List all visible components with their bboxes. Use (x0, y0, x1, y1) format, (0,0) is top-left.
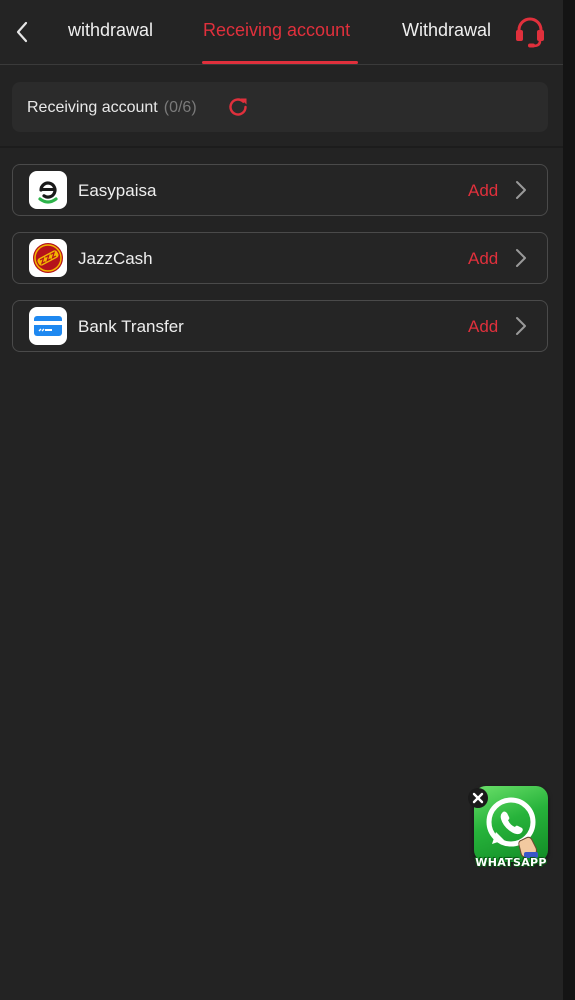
customer-support-button[interactable] (512, 14, 548, 50)
summary-title: Receiving account (0/6) (27, 99, 197, 117)
method-name: Easypaisa (78, 181, 157, 200)
chevron-right-icon (513, 315, 529, 337)
add-easypaisa-button[interactable]: Add (468, 181, 498, 201)
method-name: JazzCash (78, 249, 153, 268)
easypaisa-logo (29, 171, 67, 209)
method-name: Bank Transfer (78, 317, 184, 336)
receiving-account-summary: Receiving account (0/6) (12, 82, 548, 132)
method-row-bank-transfer[interactable]: Bank Transfer Add (12, 300, 548, 352)
chevron-right-icon (513, 179, 529, 201)
whatsapp-float-button[interactable]: WHATSAPP (468, 784, 552, 876)
account-count: (0/6) (163, 99, 197, 116)
close-icon (472, 792, 484, 804)
top-nav-bar: withdrawal Receiving account Withdrawal (0, 0, 563, 65)
add-jazzcash-button[interactable]: Add (468, 249, 498, 269)
active-tab-indicator (202, 61, 358, 64)
headset-icon (516, 17, 544, 48)
method-row-easypaisa[interactable]: Easypaisa Add (12, 164, 548, 216)
refresh-button[interactable] (225, 94, 251, 120)
scrollbar[interactable] (563, 0, 575, 1000)
jazzcash-logo (29, 239, 67, 277)
chevron-right-icon (513, 247, 529, 269)
method-row-jazzcash[interactable]: JazzCash Add (12, 232, 548, 284)
add-bank-transfer-button[interactable]: Add (468, 317, 498, 337)
summary-label: Receiving account (27, 99, 158, 116)
section-divider (0, 146, 563, 148)
bank-card-icon (29, 307, 67, 345)
app-screen: withdrawal Receiving account Withdrawal … (0, 0, 563, 1000)
chevron-left-icon (16, 21, 28, 43)
tab-withdrawal[interactable]: Withdrawal (402, 20, 491, 41)
close-whatsapp-button[interactable] (468, 788, 488, 808)
refresh-icon (229, 98, 247, 116)
tab-receiving-account[interactable]: Receiving account (203, 20, 350, 41)
tab-withdrawal-history[interactable]: withdrawal (68, 20, 153, 41)
whatsapp-label: WHATSAPP (475, 856, 547, 869)
back-button[interactable] (8, 16, 36, 48)
